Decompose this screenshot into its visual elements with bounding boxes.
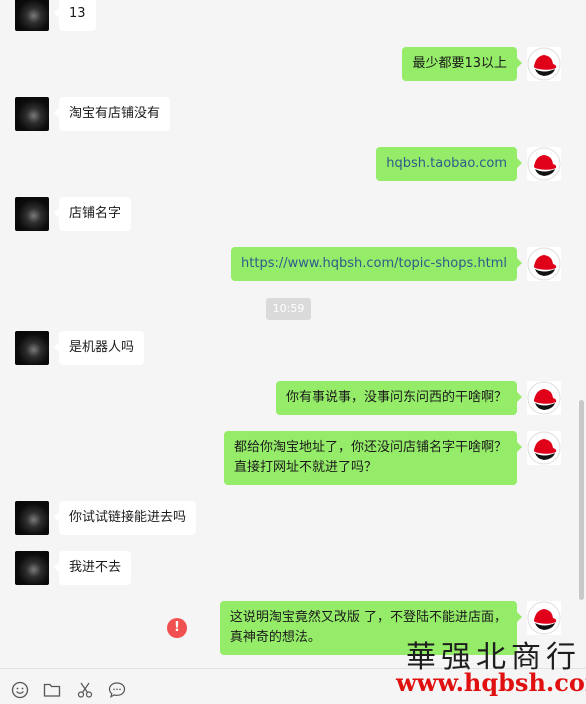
contact-avatar[interactable] (15, 197, 49, 231)
folder-icon[interactable] (42, 680, 62, 700)
message-bubble[interactable]: 你试试链接能进去吗 (53, 501, 197, 535)
watermark-url-text: www.hqbsh.com (396, 668, 586, 697)
red-hat-icon (527, 431, 561, 465)
red-hat-icon (527, 147, 561, 181)
message-bubble[interactable]: 是机器人吗 (53, 331, 145, 365)
message-bubble[interactable]: 都给你淘宝地址了，你还没问店铺名字干啥啊？ 直接打网址不就进了吗？ (223, 431, 523, 485)
message-bubble[interactable]: 我进不去 (53, 551, 132, 585)
contact-avatar[interactable] (15, 331, 49, 365)
send-failed-icon[interactable]: ! (167, 618, 187, 638)
self-avatar[interactable] (527, 47, 561, 81)
message-link-bubble[interactable]: https://www.hqbsh.com/topic-shops.html (231, 247, 522, 281)
message-bubble[interactable]: 最少都要13以上 (402, 47, 522, 81)
contact-avatar[interactable] (15, 97, 49, 131)
red-hat-icon (527, 381, 561, 415)
chat-bubble-icon[interactable] (107, 680, 127, 700)
chat-message-area[interactable]: 13 最少都要13以上 淘宝有店铺没有 hqbsh.taobao.com 店铺名… (0, 0, 586, 668)
contact-avatar[interactable] (15, 0, 49, 31)
message-bubble[interactable]: 13 (54, 0, 96, 31)
chat-scrollbar[interactable] (579, 400, 584, 600)
watermark: 華强北商行 www.hqbsh.com (396, 630, 586, 704)
message-link-bubble[interactable]: hqbsh.taobao.com (376, 147, 522, 181)
red-hat-icon (527, 47, 561, 81)
message-bubble[interactable]: 你有事说事，没事问东问西的干啥啊？ (275, 381, 523, 415)
self-avatar[interactable] (527, 147, 561, 181)
contact-avatar[interactable] (15, 551, 49, 585)
self-avatar[interactable] (527, 247, 561, 281)
contact-avatar[interactable] (15, 501, 49, 535)
message-bubble[interactable]: 淘宝有店铺没有 (53, 97, 171, 131)
emoji-icon[interactable] (10, 680, 30, 700)
self-avatar[interactable] (527, 431, 561, 465)
message-bubble[interactable]: 店铺名字 (53, 197, 132, 231)
message-timestamp: 10:59 (266, 298, 311, 320)
red-hat-icon (527, 247, 561, 281)
self-avatar[interactable] (527, 381, 561, 415)
scissors-icon[interactable] (75, 680, 95, 700)
